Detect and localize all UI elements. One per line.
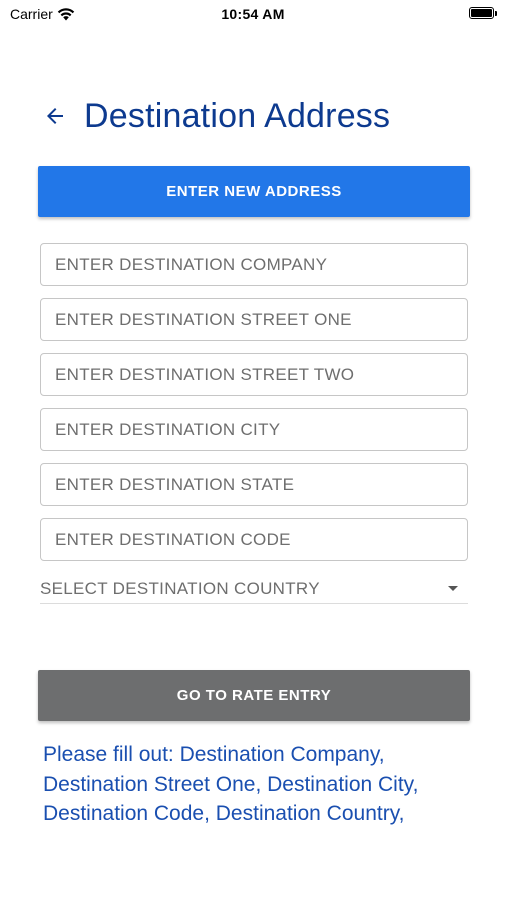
page-header: Destination Address xyxy=(40,92,486,140)
destination-code-input[interactable] xyxy=(55,529,453,550)
status-time: 10:54 AM xyxy=(221,6,285,22)
status-bar: Carrier 10:54 AM xyxy=(0,0,506,28)
destination-country-select[interactable]: SELECT DESTINATION COUNTRY xyxy=(40,574,468,604)
destination-street-one-input[interactable] xyxy=(55,309,453,330)
destination-city-input[interactable] xyxy=(55,419,453,440)
battery-icon xyxy=(469,7,497,19)
destination-street-two-field xyxy=(40,353,468,396)
destination-address-screen: Carrier 10:54 AM Destination Address ENT… xyxy=(0,0,506,900)
destination-code-field xyxy=(40,518,468,561)
destination-state-input[interactable] xyxy=(55,474,453,495)
destination-street-two-input[interactable] xyxy=(55,364,453,385)
arrow-left-icon xyxy=(47,108,63,124)
destination-city-field xyxy=(40,408,468,451)
page-title: Destination Address xyxy=(84,96,391,135)
destination-country-select-label: SELECT DESTINATION COUNTRY xyxy=(40,578,320,598)
go-to-rate-entry-button[interactable]: GO TO RATE ENTRY xyxy=(38,670,470,721)
battery-level xyxy=(471,9,492,17)
caret-down-icon xyxy=(448,586,458,591)
back-button[interactable] xyxy=(40,101,70,131)
destination-company-input[interactable] xyxy=(55,254,453,275)
destination-company-field xyxy=(40,243,468,286)
destination-state-field xyxy=(40,463,468,506)
destination-street-one-field xyxy=(40,298,468,341)
enter-new-address-button[interactable]: ENTER NEW ADDRESS xyxy=(38,166,470,217)
validation-message: Please fill out: Destination Company, De… xyxy=(43,743,419,825)
